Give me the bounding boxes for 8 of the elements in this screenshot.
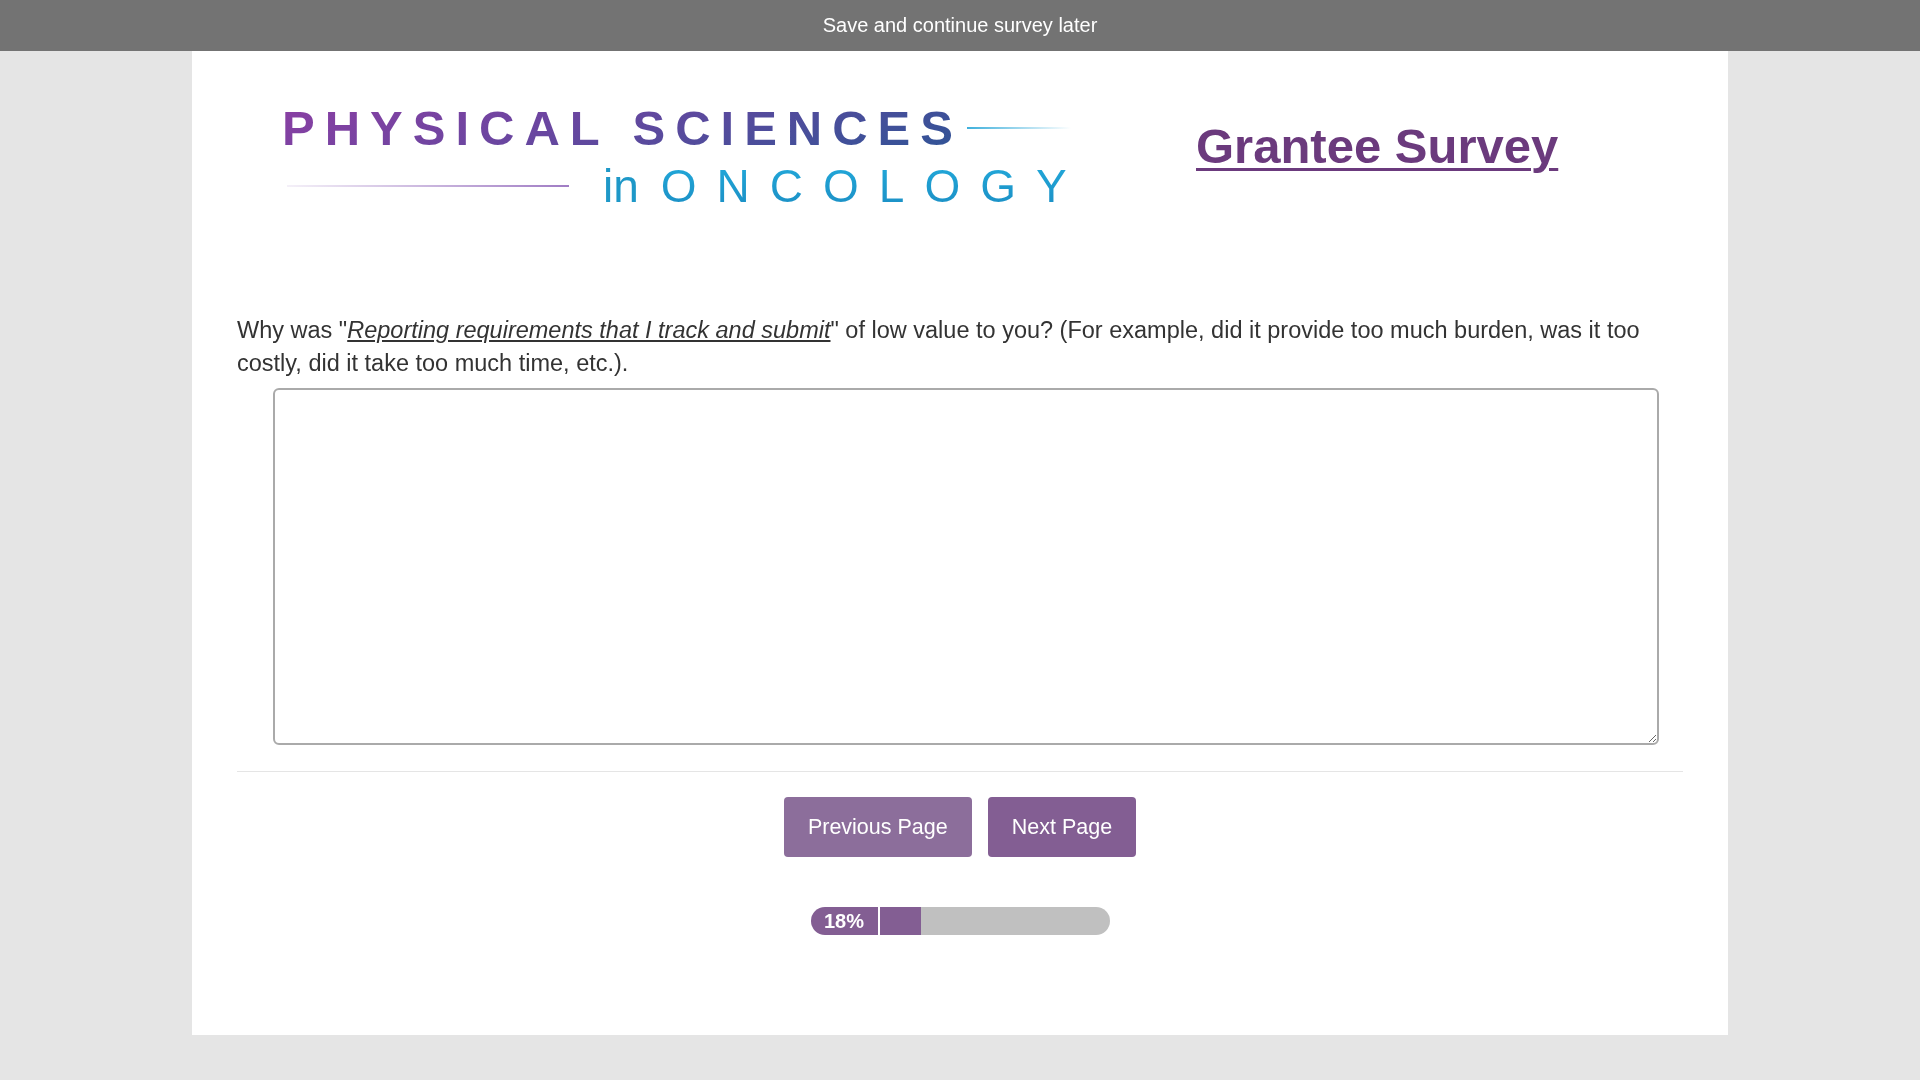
progress-label: 18%	[810, 907, 880, 935]
logo-text: in	[603, 162, 639, 210]
previous-page-button[interactable]: Previous Page	[783, 797, 972, 857]
next-page-button[interactable]: Next Page	[987, 797, 1137, 857]
answer-box[interactable]	[273, 388, 1659, 745]
question-text: Why was "Reporting requirements that I track and submit" of low value to you? (For example, did it provide too much burden, was it too costly, did it take too much time, etc.).	[237, 316, 1641, 378]
survey-title: Grantee Survey	[1196, 118, 1559, 174]
save-later-link[interactable]: Save and continue survey later	[822, 14, 1098, 37]
